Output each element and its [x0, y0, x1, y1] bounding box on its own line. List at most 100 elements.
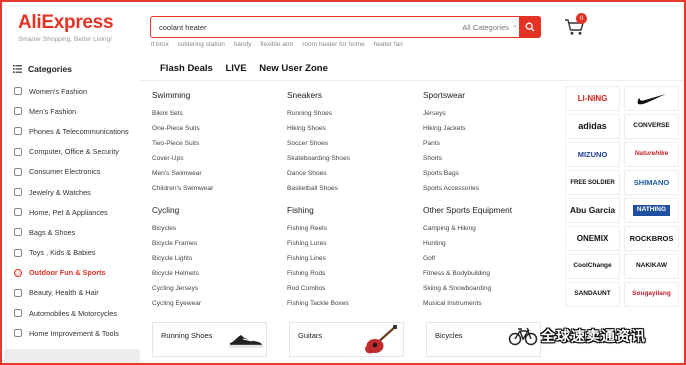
- menu-link[interactable]: Fishing Lures: [287, 240, 327, 247]
- menu-link[interactable]: Hunting: [423, 240, 446, 247]
- menu-link[interactable]: Bicycle Lights: [152, 255, 192, 262]
- sidebar-item-home-pet[interactable]: Home, Pet & Appliances: [4, 202, 140, 222]
- menu-link[interactable]: Golf: [423, 255, 435, 262]
- hot-search-link[interactable]: soldering station: [178, 41, 225, 48]
- brand-logo[interactable]: FREE SOLDIER: [565, 170, 620, 195]
- brand-logo[interactable]: ONEMIX: [565, 226, 620, 251]
- menu-link[interactable]: Two-Piece Suits: [152, 140, 199, 147]
- logo[interactable]: AliExpress Smarter Shopping, Better Livi…: [18, 12, 114, 43]
- nav-new-user-zone[interactable]: New User Zone: [259, 63, 328, 74]
- menu-title-sportswear[interactable]: Sportswear: [423, 90, 465, 100]
- sidebar-item-label: Home Improvement & Tools: [29, 328, 119, 338]
- menu-link[interactable]: Skateboarding Shoes: [287, 155, 350, 162]
- hot-search-link[interactable]: lf brox: [151, 41, 169, 48]
- sidebar-item-automobiles[interactable]: Automobiles & Motorcycles: [4, 303, 140, 323]
- menu-icon: [13, 65, 22, 73]
- brand-logo[interactable]: Abu Garcia: [565, 198, 620, 223]
- brand-logo[interactable]: [624, 86, 679, 111]
- menu-link[interactable]: Fishing Tackle Boxes: [287, 300, 349, 307]
- menu-title-sneakers[interactable]: Sneakers: [287, 90, 322, 100]
- hot-search-link[interactable]: heater fan: [374, 41, 403, 48]
- menu-link[interactable]: Soccer Shoes: [287, 140, 328, 147]
- hot-search-link[interactable]: handy: [234, 41, 252, 48]
- brand-logo[interactable]: MIZUNO: [565, 142, 620, 167]
- menu-link[interactable]: Skiing & Snowboarding: [423, 285, 491, 292]
- menu-link[interactable]: Cycling Jerseys: [152, 285, 198, 292]
- guitar-icon: [365, 325, 397, 354]
- menu-link[interactable]: Men's Swimwear: [152, 170, 202, 177]
- menu-link[interactable]: Fishing Lines: [287, 255, 326, 262]
- menu-link[interactable]: Shorts: [423, 155, 442, 162]
- sidebar-item-label: Women's Fashion: [29, 86, 88, 96]
- sidebar-item-outdoor-sports[interactable]: Outdoor Fun & Sports: [4, 263, 140, 283]
- menu-link[interactable]: Camping & Hiking: [423, 225, 476, 232]
- featured-card-guitars[interactable]: Guitars: [289, 322, 404, 357]
- menu-title-cycling[interactable]: Cycling: [152, 205, 179, 215]
- menu-link[interactable]: Running Shoes: [287, 110, 332, 117]
- nav-live[interactable]: LIVE: [225, 63, 246, 74]
- sidebar-item-womens-fashion[interactable]: Women's Fashion: [4, 81, 140, 101]
- menu-title-swimming[interactable]: Swimming: [152, 90, 190, 100]
- menu-title-other-sports[interactable]: Other Sports Equipment: [423, 205, 512, 215]
- menu-link[interactable]: Pants: [423, 140, 440, 147]
- menu-link[interactable]: Children's Swimwear: [152, 185, 213, 192]
- sidebar-item-phones[interactable]: Phones & Telecommunications: [4, 121, 140, 141]
- menu-link[interactable]: Hiking Jackets: [423, 125, 466, 132]
- brand-logo[interactable]: Sougayilang: [624, 282, 679, 307]
- menu-link[interactable]: Dance Shoes: [287, 170, 327, 177]
- logo-text: AliExpress: [18, 12, 114, 33]
- menu-link[interactable]: Rod Combos: [287, 285, 325, 292]
- brand-logo[interactable]: adidas: [565, 114, 620, 139]
- sidebar-item-home-improvement[interactable]: Home Improvement & Tools: [4, 323, 140, 343]
- brand-logo[interactable]: SHIMANO: [624, 170, 679, 195]
- featured-card-running-shoes[interactable]: Running Shoes: [152, 322, 267, 357]
- sidebar-item-label: Beauty, Health & Hair: [29, 288, 99, 298]
- bag-icon: [14, 228, 22, 237]
- sidebar-item-computer[interactable]: Computer, Office & Security: [4, 142, 140, 162]
- category-select[interactable]: All Categories: [462, 23, 509, 32]
- menu-link[interactable]: Fishing Rods: [287, 270, 325, 277]
- brand-logo[interactable]: LI-NING: [565, 86, 620, 111]
- tools-icon: [14, 329, 22, 338]
- menu-link[interactable]: Bikini Sets: [152, 110, 183, 117]
- menu-link[interactable]: Fishing Reels: [287, 225, 327, 232]
- chevron-down-icon[interactable]: ⌄: [512, 21, 518, 29]
- sidebar-item-label: Home, Pet & Appliances: [29, 207, 108, 217]
- menu-link[interactable]: One-Piece Suits: [152, 125, 200, 132]
- menu-link[interactable]: Basketball Shoes: [287, 185, 338, 192]
- brand-logo[interactable]: ROCKBROS: [624, 226, 679, 251]
- menu-link[interactable]: Bicycle Frames: [152, 240, 197, 247]
- hot-search-link[interactable]: room heater for home: [302, 41, 365, 48]
- hot-search-link[interactable]: flexible arm: [260, 41, 293, 48]
- sidebar-item-beauty[interactable]: Beauty, Health & Hair: [4, 283, 140, 303]
- menu-link[interactable]: Hiking Shoes: [287, 125, 326, 132]
- menu-link[interactable]: Musical Instruments: [423, 300, 482, 307]
- menu-link[interactable]: Bicycles: [152, 225, 176, 232]
- lipstick-icon: [14, 288, 22, 297]
- sidebar-item-jewelry[interactable]: Jewelry & Watches: [4, 182, 140, 202]
- brand-logo[interactable]: NAKIKAW: [624, 254, 679, 279]
- tv-icon: [14, 167, 22, 176]
- sidebar-item-electronics[interactable]: Consumer Electronics: [4, 162, 140, 182]
- brand-logo[interactable]: CoolChange: [565, 254, 620, 279]
- brand-logo[interactable]: Naturehike: [624, 142, 679, 167]
- brand-logo[interactable]: NATHING: [624, 198, 679, 223]
- menu-link[interactable]: Bicycle Helmets: [152, 270, 199, 277]
- menu-link[interactable]: Cycling Eyewear: [152, 300, 201, 307]
- search-button[interactable]: [519, 16, 541, 38]
- menu-link[interactable]: Sports Bags: [423, 170, 459, 177]
- nav-flash-deals[interactable]: Flash Deals: [160, 63, 213, 74]
- menu-link[interactable]: Jerseys: [423, 110, 446, 117]
- sidebar-item-toys[interactable]: Toys , Kids & Babies: [4, 243, 140, 263]
- sidebar-item-bags-shoes[interactable]: Bags & Shoes: [4, 222, 140, 242]
- brand-name: SHIMANO: [633, 177, 670, 187]
- sidebar-item-mens-fashion[interactable]: Men's Fashion: [4, 101, 140, 121]
- menu-link[interactable]: Cover-Ups: [152, 155, 184, 162]
- menu-link[interactable]: Fitness & Bodybuilding: [423, 270, 490, 277]
- menu-link[interactable]: Sports Accessories: [423, 185, 479, 192]
- search-input[interactable]: [159, 20, 409, 34]
- brand-logo[interactable]: CONVERSE: [624, 114, 679, 139]
- categories-header[interactable]: Categories: [4, 57, 140, 81]
- menu-title-fishing[interactable]: Fishing: [287, 205, 314, 215]
- brand-logo[interactable]: SANDAUNT: [565, 282, 620, 307]
